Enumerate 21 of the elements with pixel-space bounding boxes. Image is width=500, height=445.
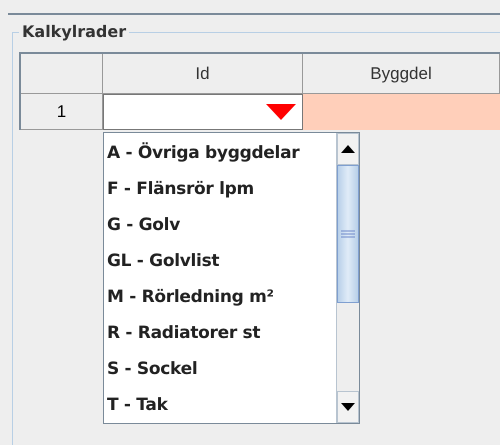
row-header: 1	[21, 94, 103, 130]
column-header[interactable]: Byggdel	[303, 54, 500, 94]
list-item[interactable]: R - Radiatorer st	[104, 315, 336, 351]
list-item[interactable]: S - Sockel	[104, 351, 336, 387]
list-item[interactable]: T - Tak	[104, 387, 336, 423]
panel-title: Kalkylrader	[19, 22, 130, 42]
list-item[interactable]: GL - Golvlist	[104, 243, 336, 279]
id-combo-box[interactable]	[103, 94, 303, 130]
column-header[interactable]: Id	[103, 54, 303, 94]
list-item[interactable]: A - Övriga byggdelar	[104, 135, 336, 171]
scroll-up-button[interactable]	[337, 133, 359, 165]
list-item[interactable]: G - Golv	[104, 207, 336, 243]
dropdown-arrow-icon[interactable]	[266, 104, 296, 120]
scroll-down-button[interactable]	[337, 391, 359, 423]
scroll-thumb[interactable]	[337, 165, 359, 303]
list-item[interactable]: F - Flänsrör lpm	[104, 171, 336, 207]
grip-icon	[341, 230, 355, 238]
scrollbar[interactable]	[336, 133, 359, 423]
up-arrow-icon	[341, 145, 355, 153]
list-item[interactable]: M - Rörledning m²	[104, 279, 336, 315]
down-arrow-icon	[341, 403, 355, 411]
